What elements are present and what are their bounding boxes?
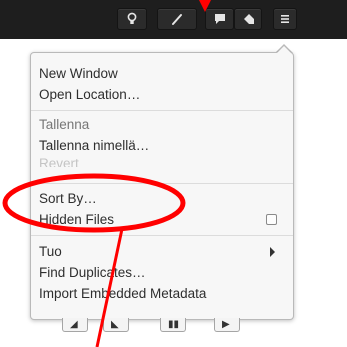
menu-item-revert: Revert <box>39 157 79 167</box>
header-bar <box>0 0 347 39</box>
rotate-right-icon: ◣ <box>111 319 119 330</box>
rotate-left-icon: ◢ <box>70 319 78 330</box>
menu-item-hidden-files-label: Hidden Files <box>39 212 115 227</box>
menu-item-find-duplicates[interactable]: Find Duplicates… <box>39 263 285 283</box>
lightbulb-icon <box>127 12 137 24</box>
comment-icon <box>214 14 225 24</box>
hamburger-menu-icon <box>281 15 289 23</box>
tag-button[interactable] <box>234 8 262 30</box>
menu-item-hidden-files[interactable]: Hidden Files <box>39 210 285 230</box>
menu-item-import[interactable]: Tuo <box>39 242 285 262</box>
lightbulb-button[interactable] <box>117 8 147 30</box>
toolbar-button-rotate-right[interactable]: ◣ <box>103 318 129 332</box>
comment-button[interactable] <box>205 8 234 30</box>
toolbar-button-rotate-left[interactable]: ◢ <box>62 318 88 332</box>
menu-separator <box>31 235 293 236</box>
play-icon: ▶ <box>222 319 230 330</box>
edit-button[interactable] <box>157 8 197 30</box>
hidden-files-checkbox[interactable] <box>266 214 277 225</box>
menu-item-save[interactable]: Tallenna <box>39 115 285 135</box>
menu-item-save-as[interactable]: Tallenna nimellä… <box>39 136 285 156</box>
menu-item-open-location[interactable]: Open Location… <box>39 85 285 105</box>
toolbar-button-next[interactable]: ▶ <box>214 318 240 332</box>
popover-pointer-inner <box>276 46 292 54</box>
flip-icon: ▮▮ <box>168 319 180 330</box>
menu-item-sort-by[interactable]: Sort By… <box>39 189 285 209</box>
menu-item-import-label: Tuo <box>39 244 62 259</box>
pen-icon <box>172 14 182 25</box>
toolbar-button-flip[interactable]: ▮▮ <box>160 318 186 332</box>
menu-separator <box>31 183 293 184</box>
menu-item-new-window[interactable]: New Window <box>39 64 285 84</box>
submenu-arrow-icon <box>270 247 275 257</box>
menu-item-import-embedded-metadata[interactable]: Import Embedded Metadata <box>39 284 285 304</box>
main-menu-button[interactable] <box>273 8 297 30</box>
tag-icon <box>244 14 254 24</box>
menu-separator <box>31 110 293 111</box>
main-menu-popover: New Window Open Location… Tallenna Talle… <box>30 52 294 320</box>
